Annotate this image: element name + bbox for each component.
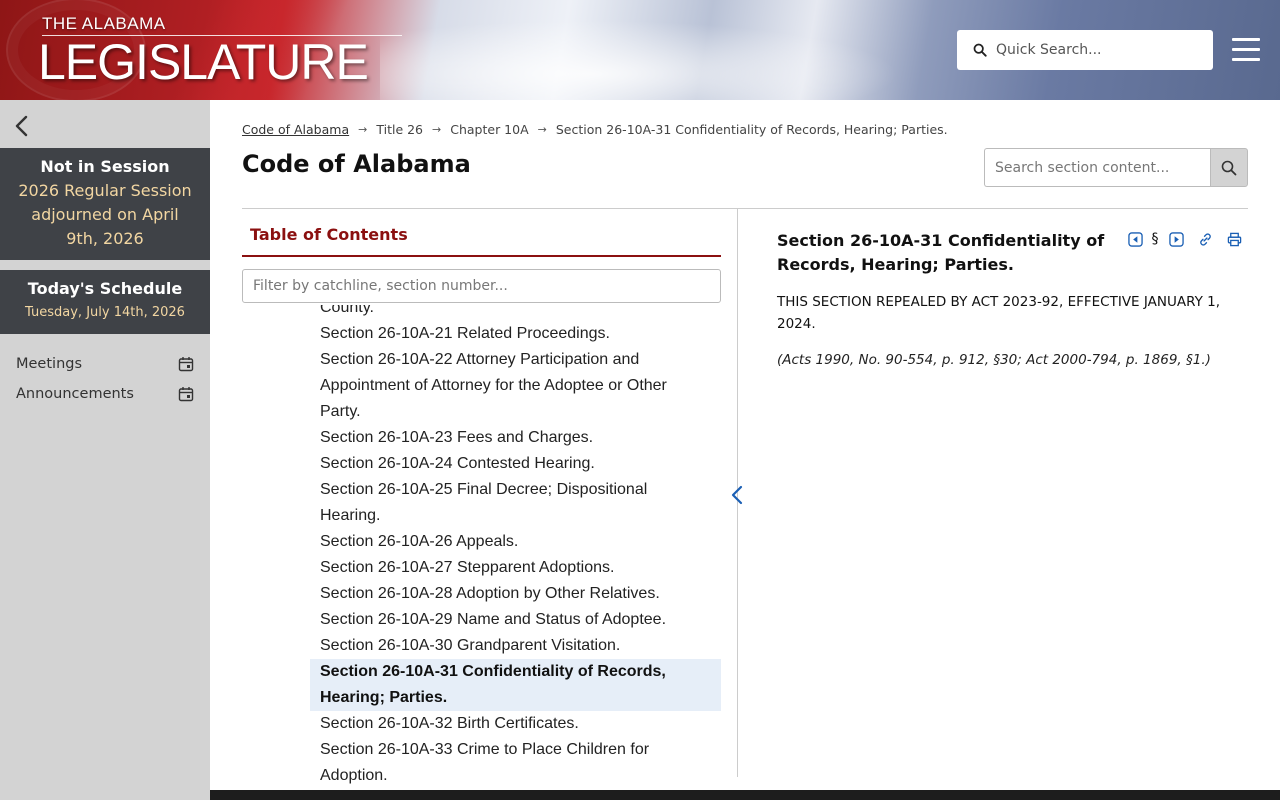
toc-item[interactable]: Section 26-10A-22 Attorney Participation…	[310, 347, 721, 425]
sidebar-item-meetings[interactable]: Meetings	[16, 352, 194, 376]
breadcrumb-chapter[interactable]: Chapter 10A	[450, 122, 528, 137]
breadcrumb: Code of Alabama → Title 26 → Chapter 10A…	[242, 122, 948, 137]
section-search-input[interactable]	[984, 148, 1210, 187]
calendar-icon	[178, 387, 194, 402]
breadcrumb-section: Section 26-10A-31 Confidentiality of Rec…	[555, 122, 948, 137]
footer-bar	[210, 790, 1280, 800]
previous-section-button[interactable]	[1127, 231, 1143, 247]
sidebar-item-label: Announcements	[16, 386, 134, 402]
toc-item[interactable]: County.	[310, 305, 721, 321]
copy-link-button[interactable]	[1197, 231, 1213, 247]
breadcrumb-title[interactable]: Title 26	[376, 122, 423, 137]
toc-divider	[242, 255, 721, 257]
site-header: THE ALABAMA LEGISLATURE	[0, 0, 1280, 100]
sidebar: Not in Session 2026 Regular Session adjo…	[0, 100, 210, 800]
todays-schedule-panel[interactable]: Today's Schedule Tuesday, July 14th, 202…	[0, 270, 210, 334]
toc-item[interactable]: Section 26-10A-23 Fees and Charges.	[310, 425, 721, 451]
schedule-title: Today's Schedule	[27, 279, 183, 298]
arrow-right-icon: →	[358, 123, 368, 136]
toc-item[interactable]: Section 26-10A-21 Related Proceedings.	[310, 321, 721, 347]
page-title: Code of Alabama	[242, 150, 471, 178]
toc-item[interactable]: Section 26-10A-27 Stepparent Adoptions.	[310, 555, 721, 581]
toc-item[interactable]: Section 26-10A-30 Grandparent Visitation…	[310, 633, 721, 659]
section-toolbar: §	[1127, 231, 1247, 247]
session-status: Not in Session	[40, 157, 170, 176]
caret-left-square-icon	[1127, 231, 1143, 247]
toc-item[interactable]: Section 26-10A-33 Crime to Place Childre…	[310, 737, 721, 789]
section-search	[984, 148, 1248, 187]
search-icon	[1221, 160, 1237, 175]
sidebar-item-announcements[interactable]: Announcements	[16, 382, 194, 406]
section-title: Section 26-10A-31 Confidentiality of Rec…	[777, 231, 1105, 274]
arrow-right-icon: →	[537, 123, 547, 136]
link-icon	[1199, 232, 1211, 246]
toc-item[interactable]: Section 26-10A-29 Name and Status of Ado…	[310, 607, 721, 633]
toc-item-active[interactable]: Section 26-10A-31 Confidentiality of Rec…	[310, 659, 721, 711]
logo-subtitle[interactable]: THE ALABAMA	[42, 14, 166, 34]
toc-item[interactable]: Section 26-10A-24 Contested Hearing.	[310, 451, 721, 477]
next-section-button[interactable]	[1168, 231, 1184, 247]
toc-item[interactable]: Section 26-10A-25 Final Decree; Disposit…	[310, 477, 721, 529]
toc-title: Table of Contents	[250, 225, 408, 244]
printer-icon	[1227, 232, 1241, 246]
main-content: Code of Alabama → Title 26 → Chapter 10A…	[210, 100, 1280, 790]
menu-icon[interactable]	[1232, 38, 1260, 62]
schedule-date: Tuesday, July 14th, 2026	[25, 305, 185, 320]
collapse-toc-chevron-icon[interactable]	[729, 484, 745, 506]
quick-search-box[interactable]	[957, 30, 1213, 70]
arrow-right-icon: →	[432, 123, 442, 136]
sidebar-item-label: Meetings	[16, 356, 83, 372]
calendar-icon	[178, 357, 194, 372]
chevron-left-icon[interactable]	[12, 114, 32, 138]
toc-filter-input[interactable]	[242, 269, 721, 303]
logo-title[interactable]: LEGISLATURE	[38, 33, 369, 91]
toc-item[interactable]: Section 26-10A-26 Appeals.	[310, 529, 721, 555]
breadcrumb-code-of-alabama[interactable]: Code of Alabama	[242, 122, 349, 137]
toc-item[interactable]: Section 26-10A-28 Adoption by Other Rela…	[310, 581, 721, 607]
session-detail: 2026 Regular Session adjourned on April …	[18, 181, 192, 248]
session-status-panel: Not in Session 2026 Regular Session adjo…	[0, 148, 210, 260]
print-button[interactable]	[1226, 231, 1242, 247]
toc-item[interactable]: Section 26-10A-32 Birth Certificates.	[310, 711, 721, 737]
quick-search-input[interactable]	[996, 42, 1196, 58]
section-text: THIS SECTION REPEALED BY ACT 2023-92, EF…	[777, 294, 1221, 332]
section-symbol: §	[1151, 231, 1159, 247]
section-history: (Acts 1990, No. 90-554, p. 912, §30; Act…	[777, 352, 1211, 368]
toc-list[interactable]: County. Section 26-10A-21 Related Procee…	[310, 305, 721, 790]
caret-right-square-icon	[1168, 231, 1184, 247]
search-icon	[973, 43, 987, 57]
flag-wave-decoration	[380, 20, 900, 100]
table-of-contents: Table of Contents County. Section 26-10A…	[242, 209, 721, 790]
section-search-button[interactable]	[1210, 148, 1248, 187]
